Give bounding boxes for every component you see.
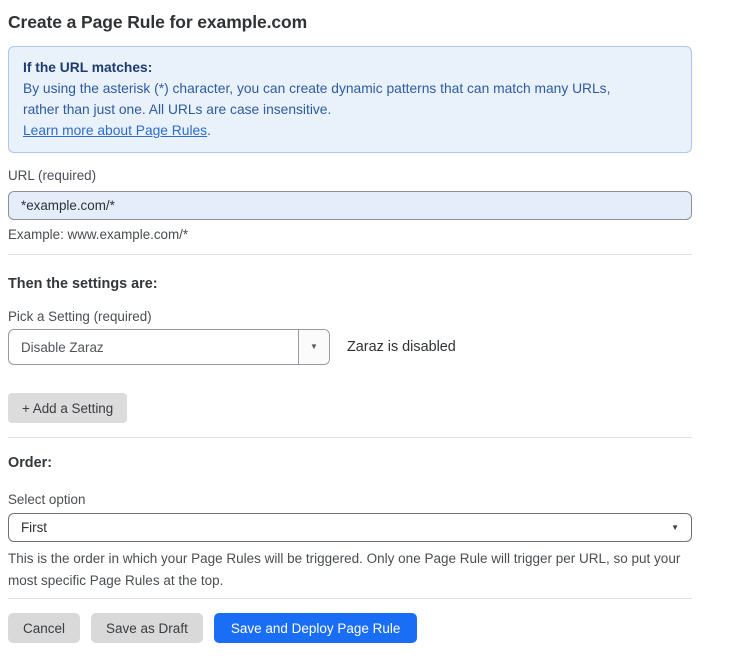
- order-helper-text: This is the order in which your Page Rul…: [8, 548, 692, 592]
- info-box-heading: If the URL matches:: [23, 57, 677, 78]
- chevron-down-icon: ▼: [671, 524, 679, 532]
- form-actions: Cancel Save as Draft Save and Deploy Pag…: [8, 613, 692, 643]
- page-title: Create a Page Rule for example.com: [8, 12, 692, 33]
- url-match-info-box: If the URL matches: By using the asteris…: [8, 46, 692, 153]
- order-select-value: First: [21, 520, 47, 535]
- section-divider: [8, 254, 692, 255]
- order-select[interactable]: First ▼: [8, 513, 692, 542]
- learn-more-link[interactable]: Learn more about Page Rules: [23, 123, 207, 138]
- url-input[interactable]: [8, 191, 692, 220]
- order-helper-line2: most specific Page Rules at the top.: [8, 573, 223, 588]
- chevron-down-icon: ▼: [310, 343, 318, 351]
- order-heading: Order:: [8, 455, 692, 471]
- setting-state-text: Zaraz is disabled: [347, 339, 456, 355]
- setting-select-value: Disable Zaraz: [9, 330, 298, 364]
- section-divider: [8, 598, 692, 599]
- setting-select[interactable]: Disable Zaraz ▼: [8, 329, 330, 365]
- page-rule-form: Create a Page Rule for example.com If th…: [0, 0, 692, 643]
- setting-select-arrow-button[interactable]: ▼: [298, 330, 329, 364]
- save-deploy-button[interactable]: Save and Deploy Page Rule: [214, 613, 418, 643]
- url-label: URL (required): [8, 168, 692, 183]
- add-setting-button[interactable]: + Add a Setting: [8, 393, 127, 423]
- info-box-body-line1: By using the asterisk (*) character, you…: [23, 78, 677, 99]
- info-box-link-line: Learn more about Page Rules.: [23, 120, 677, 141]
- info-box-body-line2: rather than just one. All URLs are case …: [23, 99, 677, 120]
- save-draft-button[interactable]: Save as Draft: [91, 613, 203, 643]
- order-select-label: Select option: [8, 492, 692, 507]
- settings-heading: Then the settings are:: [8, 276, 692, 292]
- url-example-helper: Example: www.example.com/*: [8, 227, 692, 242]
- order-helper-line1: This is the order in which your Page Rul…: [8, 551, 680, 566]
- setting-row: Disable Zaraz ▼ Zaraz is disabled: [8, 329, 692, 365]
- cancel-button[interactable]: Cancel: [8, 613, 80, 643]
- section-divider: [8, 437, 692, 438]
- link-suffix: .: [207, 123, 211, 138]
- setting-picker-label: Pick a Setting (required): [8, 309, 692, 324]
